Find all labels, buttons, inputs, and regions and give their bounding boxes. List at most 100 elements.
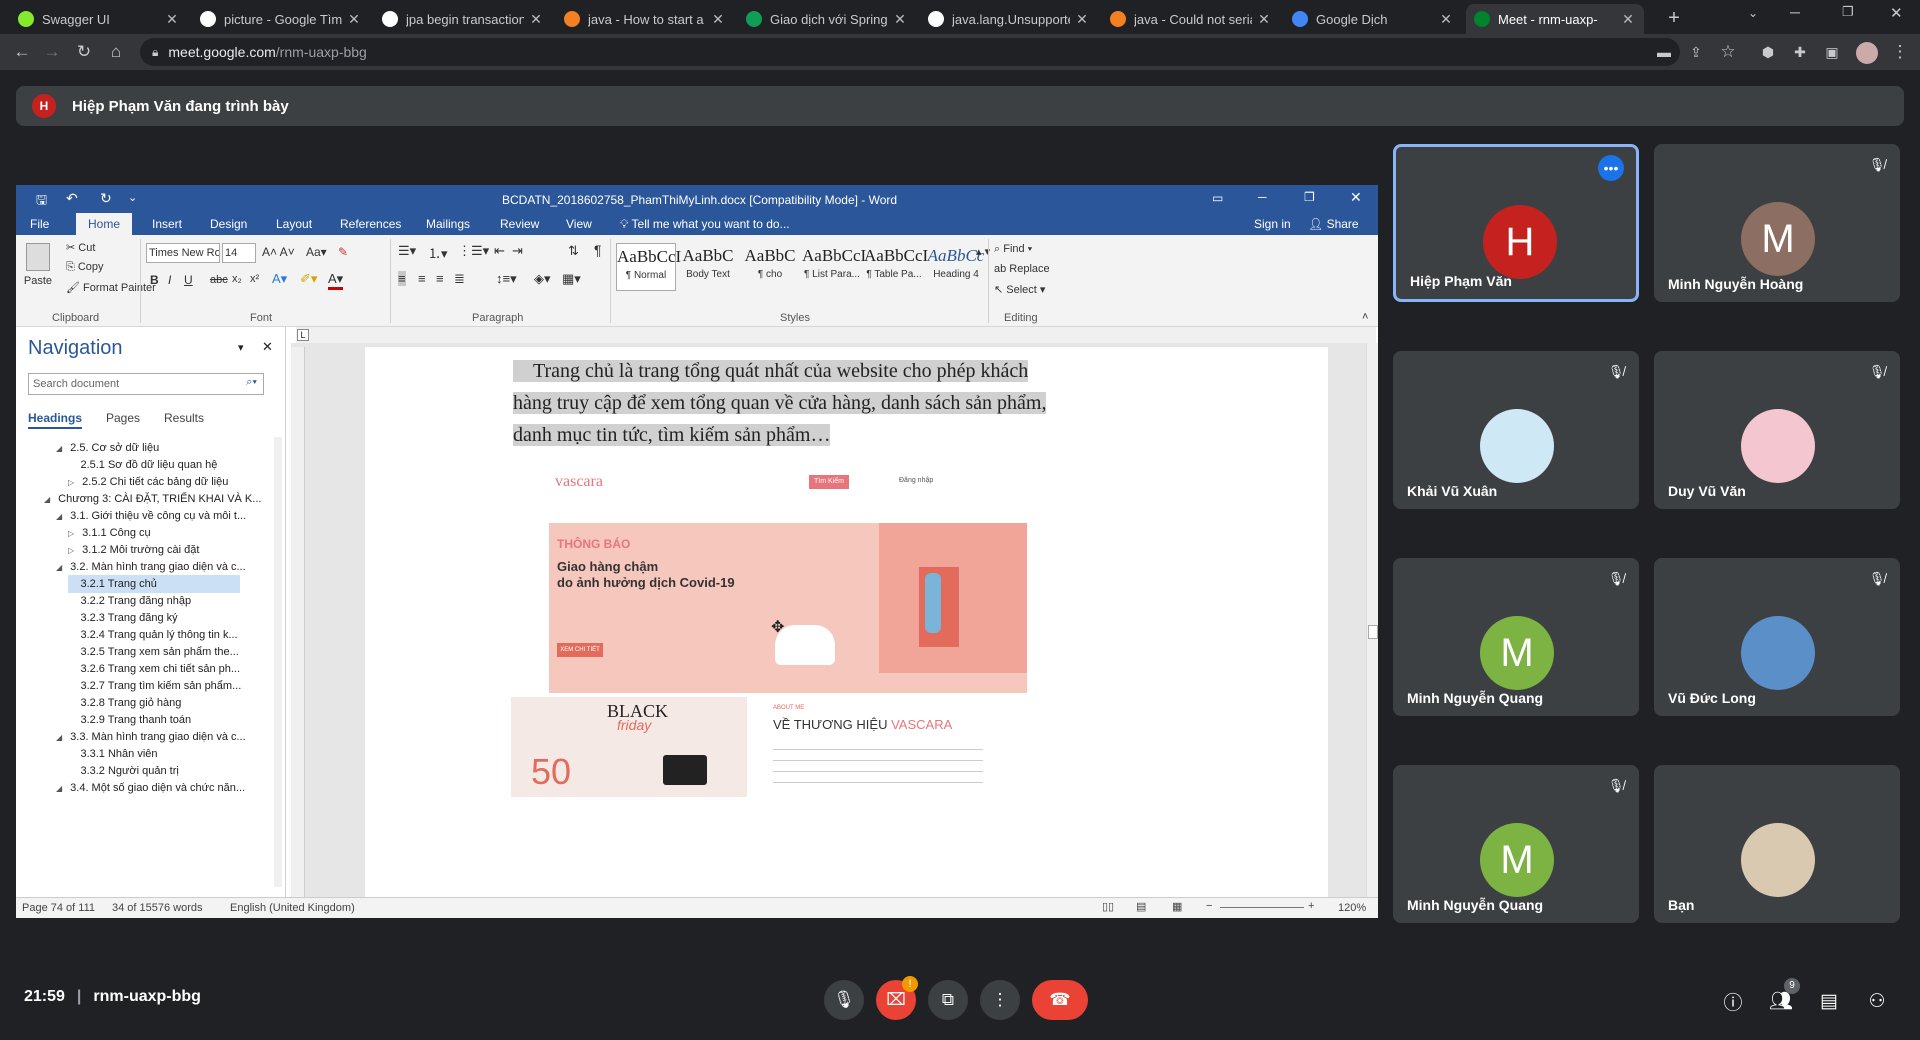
nav-heading-item[interactable]: 3.2.3 Trang đăng ký [68, 609, 240, 627]
nav-heading-item[interactable]: ◢ Chương 3: CÀI ĐẶT, TRIỂN KHAI VÀ K... [44, 490, 261, 508]
collapse-ribbon-icon[interactable]: ˄ [1362, 311, 1368, 323]
nav-heading-item[interactable]: ◢ 3.1. Giới thiệu về công cụ và môi t... [56, 507, 246, 525]
nav-heading-item[interactable]: 2.5.1 Sơ đồ dữ liệu quan hệ [68, 456, 240, 474]
profile-avatar[interactable] [1856, 42, 1878, 64]
nav-heading-item[interactable]: 3.2.9 Trang thanh toán [68, 711, 240, 729]
expand-arrow-icon[interactable]: ◢ [56, 512, 62, 521]
browser-tab[interactable]: java - How to start a tr ✕ [556, 4, 734, 34]
align-right-icon[interactable]: ≡ [436, 271, 444, 286]
save-icon[interactable]: 🖫︎ [36, 191, 47, 213]
forward-arrow-icon[interactable]: → [40, 40, 64, 64]
word-maximize-button[interactable]: ❐ [1304, 190, 1315, 204]
text-effects-icon[interactable]: A▾ [272, 271, 287, 287]
tab-design[interactable]: Design [210, 217, 247, 231]
cut-button[interactable]: ✂ Cut [66, 241, 95, 254]
format-painter-button[interactable]: 🖌︎ Format Painter [66, 281, 156, 294]
participant-tile[interactable]: M Minh Nguyễn Quang 🎙︎̸ [1393, 765, 1639, 923]
word-count[interactable]: 34 of 15576 words [112, 902, 203, 914]
minimize-window-button[interactable]: ─ [1790, 4, 1800, 20]
participant-tile[interactable]: M Minh Nguyễn Quang 🎙︎̸ [1393, 558, 1639, 716]
select-button[interactable]: ↖ Select ▾ [994, 283, 1045, 296]
close-tab-icon[interactable]: ✕ [1620, 11, 1636, 28]
paste-button[interactable]: Paste [22, 243, 54, 287]
nav-heading-item[interactable]: ▷ 3.1.1 Công cụ [68, 524, 240, 542]
sort-icon[interactable]: ⇅ [568, 243, 579, 259]
style-option[interactable]: AaBbC ¶ cho [740, 243, 800, 291]
pilcrow-icon[interactable]: ¶ [594, 242, 602, 258]
share-button[interactable]: 👤︎ Share [1308, 217, 1359, 231]
font-size-select[interactable]: 14 [222, 243, 256, 263]
page-count[interactable]: Page 74 of 111 [22, 902, 95, 914]
bold-button[interactable]: B [150, 273, 159, 287]
close-tab-icon[interactable]: ✕ [1256, 11, 1272, 28]
subscript-button[interactable]: x₂ [232, 273, 242, 285]
navigation-close-icon[interactable]: ✕ [262, 339, 273, 355]
nav-tab-pages[interactable]: Pages [106, 411, 140, 425]
numbering-icon[interactable]: ⒈▾ [428, 243, 448, 262]
web-layout-icon[interactable]: ▦ [1172, 900, 1182, 913]
leave-call-button[interactable]: ☎ [1032, 980, 1088, 1020]
increase-indent-icon[interactable]: ⇥ [512, 243, 523, 259]
borders-icon[interactable]: ▦▾ [562, 271, 581, 287]
back-arrow-icon[interactable]: ← [10, 40, 34, 64]
word-close-button[interactable]: ✕ [1350, 189, 1362, 206]
expand-arrow-icon[interactable]: ◢ [56, 784, 62, 793]
camera-icon[interactable]: ▬ [1652, 40, 1676, 64]
expand-arrow-icon[interactable]: ▷ [68, 546, 74, 555]
zoom-in-button[interactable]: + [1308, 900, 1314, 912]
browser-tab[interactable]: picture - Google Tìm kiếm✕ [192, 4, 370, 34]
tab-search-icon[interactable]: ⌄ [1748, 6, 1758, 20]
participant-tile[interactable]: M Minh Nguyễn Hoàng 🎙︎̸ [1654, 144, 1900, 302]
activities-icon[interactable]: ⚇ [1864, 988, 1890, 1014]
home-icon[interactable]: ⌂ [104, 40, 128, 64]
maximize-window-button[interactable]: ❐ [1842, 4, 1854, 20]
participant-tile[interactable]: H Hiệp Phạm Văn ••• [1393, 144, 1639, 302]
superscript-button[interactable]: x² [250, 273, 259, 285]
sign-in-link[interactable]: Sign in [1254, 217, 1291, 231]
new-tab-button[interactable]: + [1662, 6, 1686, 30]
nav-heading-item[interactable]: 3.2.2 Trang đăng nhập [68, 592, 240, 610]
expand-arrow-icon[interactable]: ◢ [44, 495, 50, 504]
style-option[interactable]: AaBbCcI ¶ Table Pa... [864, 243, 928, 291]
navigation-search-input[interactable]: Search document ⌕▾ [28, 373, 264, 395]
close-tab-icon[interactable]: ✕ [528, 11, 544, 28]
expand-arrow-icon[interactable] [68, 631, 72, 640]
browser-tab[interactable]: java.lang.Unsupported ✕ [920, 4, 1098, 34]
font-name-select[interactable]: Times New Ro [146, 243, 220, 263]
expand-arrow-icon[interactable] [68, 750, 72, 759]
nav-tab-results[interactable]: Results [164, 411, 204, 425]
nav-heading-item[interactable]: 3.3.1 Nhân viên [68, 745, 240, 763]
tab-mailings[interactable]: Mailings [426, 217, 470, 231]
reload-icon[interactable]: ↻ [72, 40, 96, 64]
expand-arrow-icon[interactable] [68, 699, 72, 708]
expand-arrow-icon[interactable] [68, 665, 72, 674]
browser-tab[interactable]: jpa begin transaction ✕ [374, 4, 552, 34]
expand-arrow-icon[interactable] [68, 767, 72, 776]
extensions-puzzle-icon[interactable]: ✚ [1788, 40, 1812, 64]
tab-insert[interactable]: Insert [152, 217, 182, 231]
nav-heading-item[interactable]: ◢ 3.4. Một số giao diện và chức năn... [56, 779, 245, 797]
nav-heading-item[interactable]: ◢ 3.2. Màn hình trang giao diện và c... [56, 558, 246, 576]
tab-file[interactable]: File [30, 217, 49, 231]
browser-tab[interactable]: java - Could not serial ✕ [1102, 4, 1280, 34]
undo-icon[interactable]: ↶ [66, 190, 78, 207]
expand-arrow-icon[interactable] [68, 716, 72, 725]
expand-arrow-icon[interactable] [68, 648, 72, 657]
shading-icon[interactable]: ◈▾ [534, 271, 551, 287]
side-panel-icon[interactable]: ▣ [1820, 40, 1844, 64]
browser-tab[interactable]: Giao dịch với Spring và✕ [738, 4, 916, 34]
italic-button[interactable]: I [168, 273, 171, 287]
nav-heading-item[interactable]: 3.2.5 Trang xem sản phẩm the... [68, 643, 240, 661]
redo-icon[interactable]: ↻ [100, 190, 112, 207]
quick-access-customize-icon[interactable]: ⌄ [128, 191, 137, 204]
expand-arrow-icon[interactable] [68, 614, 72, 623]
tab-view[interactable]: View [566, 217, 592, 231]
close-tab-icon[interactable]: ✕ [1074, 11, 1090, 28]
nav-heading-item[interactable]: ▷ 3.1.2 Môi trường cài đặt [68, 541, 240, 559]
word-minimize-button[interactable]: ─ [1258, 190, 1267, 204]
zoom-level[interactable]: 120% [1338, 902, 1366, 914]
highlight-icon[interactable]: ✐▾ [300, 271, 317, 287]
present-screen-button[interactable]: ⧉ [928, 980, 968, 1020]
extension-cube-icon[interactable]: ⬢ [1756, 40, 1780, 64]
share-page-icon[interactable]: ⇪ [1684, 40, 1708, 64]
